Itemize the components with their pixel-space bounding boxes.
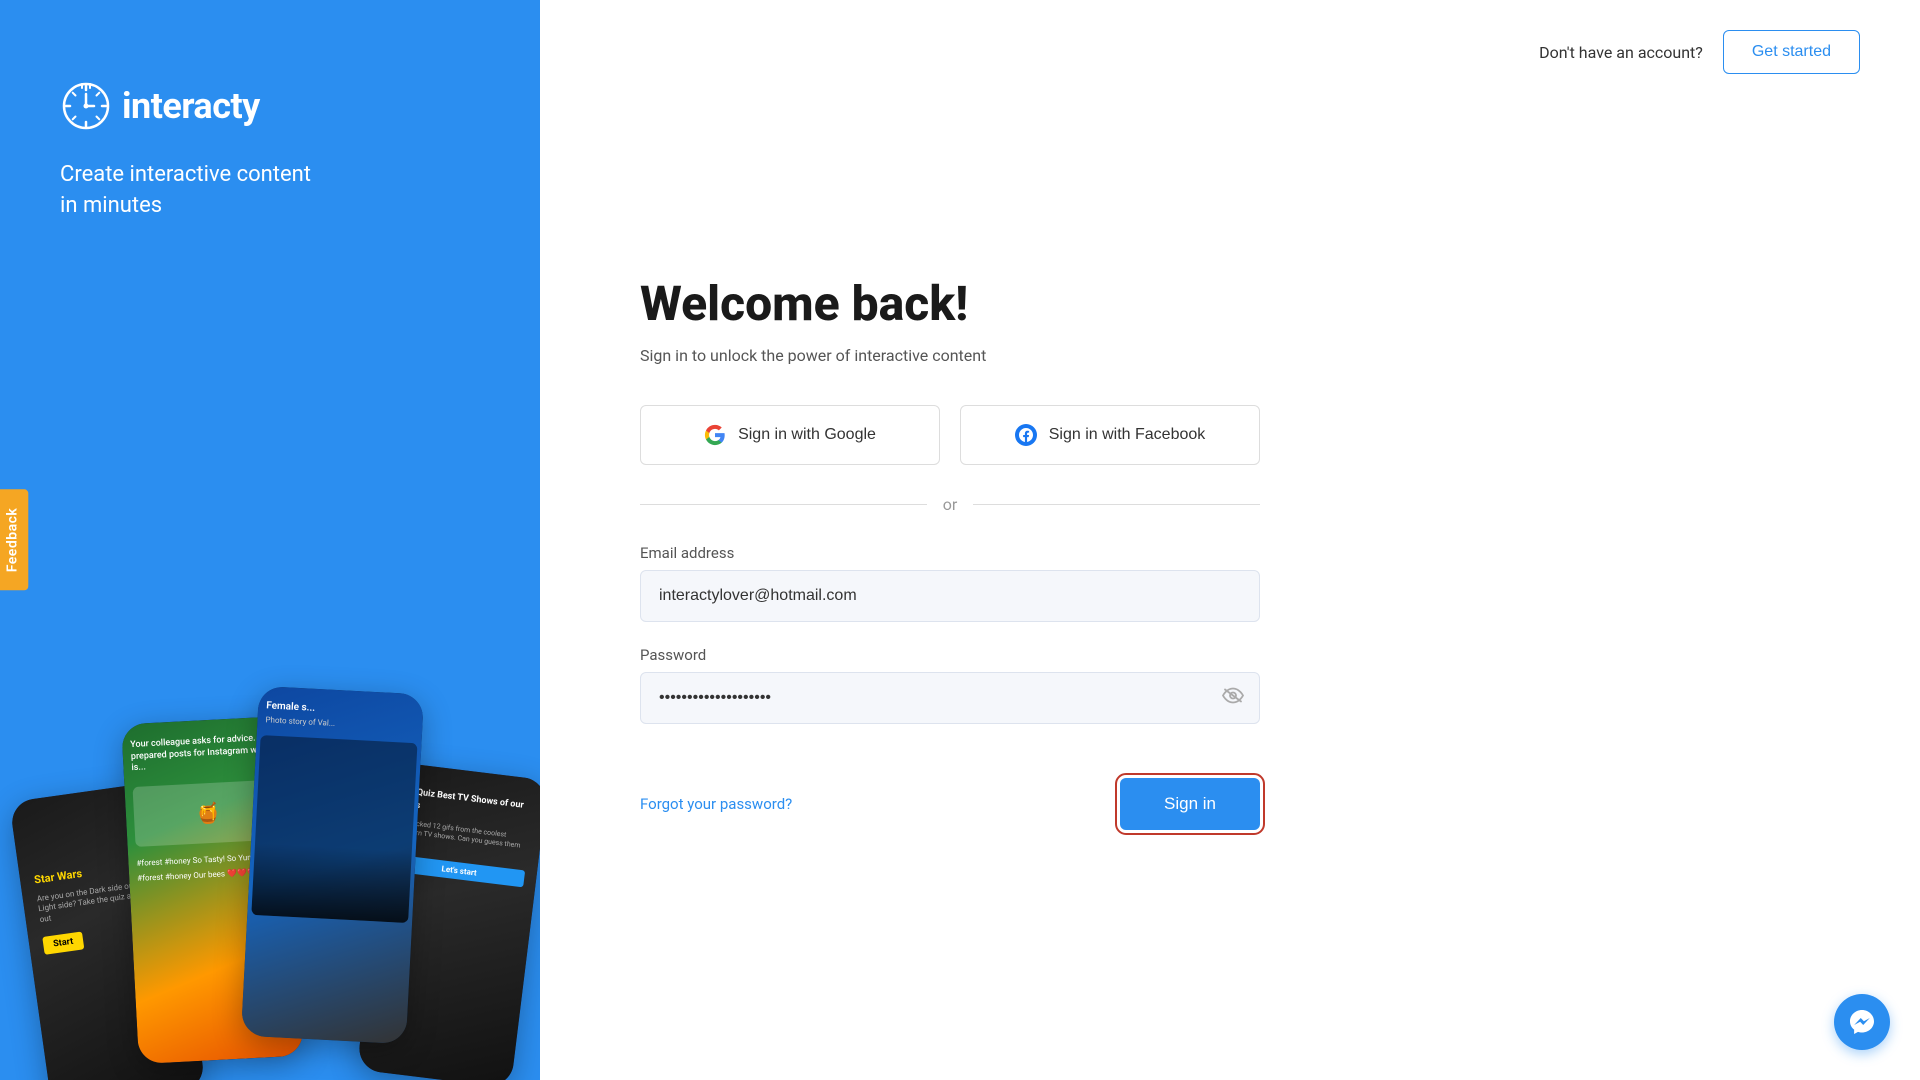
email-label: Email address [640, 544, 1260, 562]
form-container: Welcome back! Sign in to unlock the powe… [540, 104, 1440, 1080]
password-label: Password [640, 646, 1260, 664]
divider: or [640, 495, 1260, 514]
logo-area: interacty [60, 80, 260, 132]
facebook-icon [1015, 424, 1037, 446]
logo-text: interacty [122, 85, 260, 127]
messenger-button[interactable] [1834, 994, 1890, 1050]
no-account-text: Don't have an account? [1539, 43, 1703, 62]
logo-icon [60, 80, 112, 132]
tagline: Create interactive contentin minutes [60, 160, 311, 222]
google-signin-button[interactable]: Sign in with Google [640, 405, 940, 465]
top-bar: Don't have an account? Get started [540, 0, 1920, 104]
email-input[interactable] [640, 570, 1260, 622]
google-btn-label: Sign in with Google [738, 426, 876, 444]
forgot-password-link[interactable]: Forgot your password? [640, 795, 792, 813]
password-form-group: Password [640, 646, 1260, 724]
form-actions: Forgot your password? Sign in [640, 778, 1260, 830]
sign-in-button[interactable]: Sign in [1120, 778, 1260, 830]
google-icon [704, 424, 726, 446]
facebook-signin-button[interactable]: Sign in with Facebook [960, 405, 1260, 465]
divider-text: or [943, 495, 958, 514]
password-wrapper [640, 672, 1260, 724]
password-input[interactable] [640, 672, 1260, 724]
right-panel: Don't have an account? Get started Welco… [540, 0, 1920, 1080]
social-buttons: Sign in with Google Sign in with Faceboo… [640, 405, 1260, 465]
facebook-btn-label: Sign in with Facebook [1049, 426, 1206, 444]
phone-mockup-3: Female s... Photo story of Val... [241, 686, 424, 1044]
messenger-icon [1848, 1008, 1876, 1036]
feedback-tab[interactable]: Feedback [0, 490, 28, 591]
get-started-button[interactable]: Get started [1723, 30, 1860, 74]
welcome-subtitle: Sign in to unlock the power of interacti… [640, 346, 1260, 365]
email-form-group: Email address [640, 544, 1260, 622]
welcome-title: Welcome back! [640, 275, 1260, 332]
divider-line-left [640, 504, 927, 505]
divider-line-right [973, 504, 1260, 505]
phones-area: Star Wars Are you on the Dark side or th… [0, 400, 540, 1080]
left-panel: Feedback intera [0, 0, 540, 1080]
toggle-password-icon[interactable] [1222, 687, 1244, 708]
